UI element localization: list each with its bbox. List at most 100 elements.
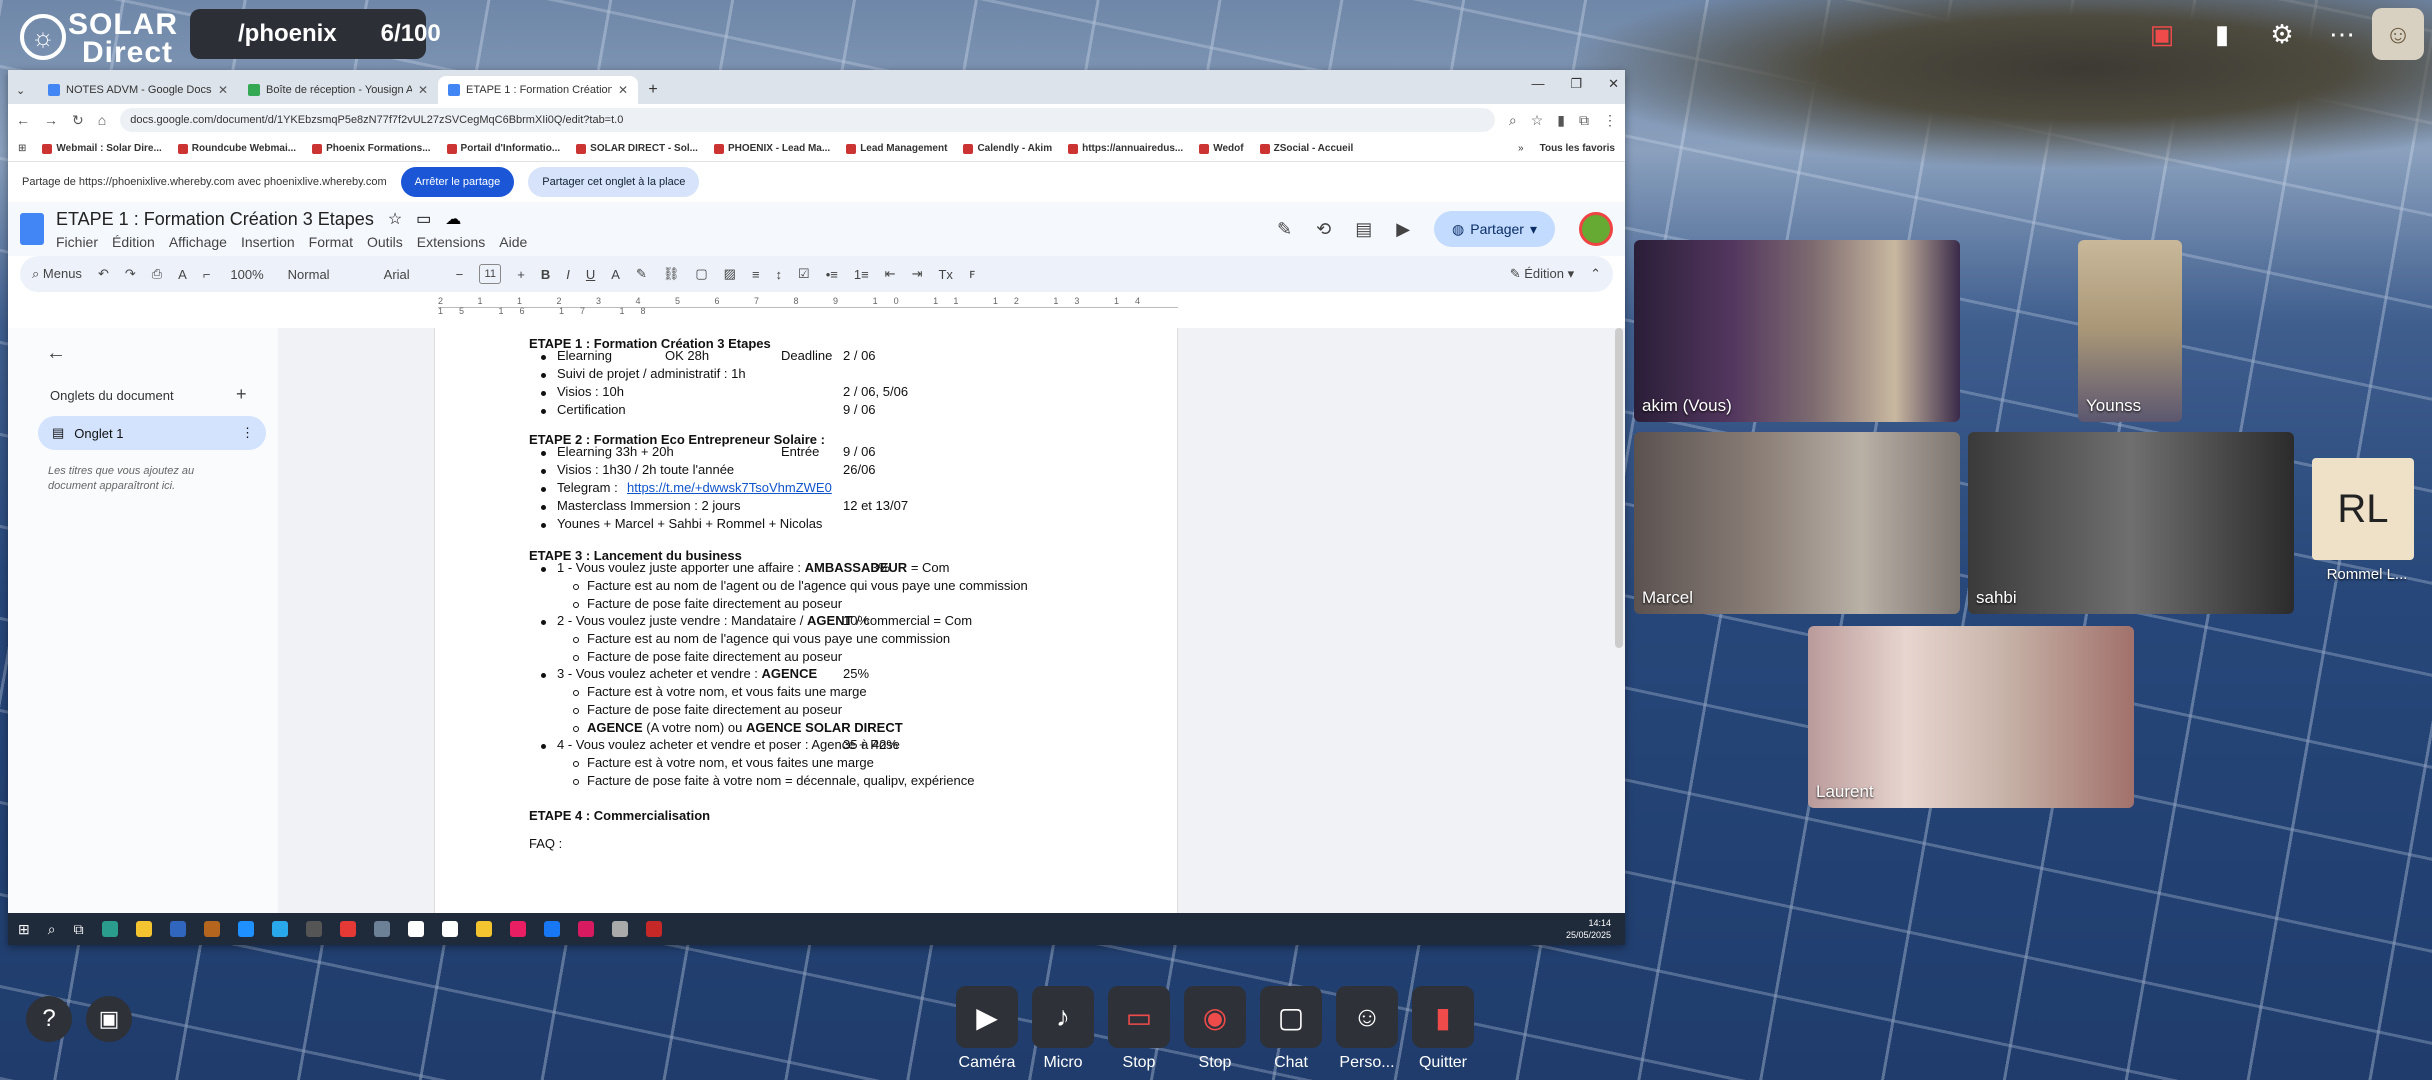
maximize-icon[interactable]: ❐ <box>1570 76 1582 92</box>
history-icon[interactable]: ⟲ <box>1316 219 1331 240</box>
menu-item[interactable]: Édition <box>112 234 155 250</box>
tab-yousign[interactable]: Boîte de réception - Yousign A... ✕ <box>238 76 438 104</box>
chrome-icon[interactable] <box>339 921 356 937</box>
stop-share-button[interactable]: Arrêter le partage <box>400 167 515 197</box>
text-color-icon[interactable]: A <box>611 267 620 282</box>
bookmark-item[interactable]: Portail d'Informatio... <box>446 143 560 154</box>
video-tile-laurent[interactable]: Laurent <box>1808 626 2134 808</box>
app-icon[interactable] <box>577 921 594 937</box>
font-size-field[interactable]: 11 <box>479 264 502 284</box>
reload-icon[interactable]: ↻ <box>72 112 84 129</box>
increase-size-icon[interactable]: + <box>517 267 525 282</box>
menu-item[interactable]: Extensions <box>417 234 485 250</box>
bookmark-item[interactable]: https://annuairedus... <box>1068 143 1183 154</box>
spellcheck-icon[interactable]: A <box>178 267 187 282</box>
app-icon[interactable] <box>305 921 322 937</box>
photoshop-icon[interactable] <box>169 921 186 937</box>
app-icon[interactable] <box>509 921 526 937</box>
word-icon[interactable] <box>441 921 458 937</box>
close-window-icon[interactable]: ✕ <box>1608 76 1619 92</box>
meet-icon[interactable]: ▶ <box>1396 219 1410 240</box>
bookmark-item[interactable]: Phoenix Formations... <box>312 143 431 154</box>
folder-icon[interactable]: ▭ <box>416 209 431 229</box>
comment-icon[interactable]: ▤ <box>1355 219 1372 240</box>
search-menus[interactable]: ⌕ Menus <box>32 266 82 282</box>
bookmark-item[interactable]: Lead Management <box>846 143 947 154</box>
more-icon[interactable]: ⋯ <box>2312 19 2372 50</box>
add-comment-icon[interactable]: ▢ <box>695 266 707 282</box>
screen-share-icon[interactable]: ▣ <box>2132 19 2192 50</box>
bold-icon[interactable]: B <box>541 267 550 282</box>
bullet-list-icon[interactable]: •≡ <box>826 267 838 282</box>
account-avatar[interactable] <box>1579 212 1613 246</box>
tab-notes[interactable]: NOTES ADVM - Google Docs ✕ <box>38 76 238 104</box>
app-icon[interactable] <box>611 921 628 937</box>
close-icon[interactable]: ✕ <box>418 83 428 97</box>
more-bookmarks-icon[interactable]: » <box>1518 143 1524 154</box>
menu-item[interactable]: Insertion <box>241 234 295 250</box>
quit-button[interactable]: ▮ Quitter <box>1412 986 1474 1072</box>
minimize-icon[interactable]: — <box>1531 76 1544 92</box>
skype-icon[interactable] <box>237 921 254 937</box>
avatar[interactable]: ☺ <box>2372 8 2424 60</box>
facebook-icon[interactable] <box>543 921 560 937</box>
video-tile-sahbi[interactable]: sahbi <box>1968 432 2294 614</box>
line-spacing-icon[interactable]: ↕ <box>776 267 783 282</box>
video-tile-younss[interactable]: Younss <box>2078 240 2182 422</box>
back-arrow-icon[interactable]: ← <box>46 342 66 365</box>
edge-icon[interactable] <box>101 921 118 937</box>
redo-icon[interactable]: ↷ <box>125 266 136 282</box>
checklist-icon[interactable]: ☑ <box>798 266 810 282</box>
style-select[interactable]: Normal <box>284 267 364 282</box>
tab-search-icon[interactable]: ⌄ <box>8 76 38 104</box>
numbered-list-icon[interactable]: 1≡ <box>854 267 869 282</box>
stop-share-screen-button[interactable]: ▭ Stop <box>1108 986 1170 1072</box>
search-icon[interactable]: ⌕ <box>48 921 56 938</box>
people-button[interactable]: ☺ Perso... <box>1336 986 1398 1072</box>
bookmark-item[interactable]: Calendly - Akim <box>963 143 1052 154</box>
outline-tab-onglet-1[interactable]: ▤ Onglet 1 ⋮ <box>38 416 266 450</box>
gift-icon[interactable]: ▣ <box>86 996 132 1042</box>
document-title[interactable]: ETAPE 1 : Formation Création 3 Etapes <box>56 209 374 230</box>
stop-recording-button[interactable]: ◉ Stop <box>1184 986 1246 1072</box>
menu-item[interactable]: Aide <box>499 234 527 250</box>
room-indicator[interactable]: /phoenix 6/100 <box>190 9 441 59</box>
app-icon[interactable] <box>407 921 424 937</box>
collapse-icon[interactable]: ⌃ <box>1590 266 1601 282</box>
decrease-size-icon[interactable]: − <box>456 267 464 282</box>
document-page[interactable]: ETAPE 1 : Formation Création 3 Etapes El… <box>434 328 1178 913</box>
input-tools-icon[interactable]: ꜰ <box>969 266 975 282</box>
vertical-scrollbar[interactable] <box>1615 328 1623 648</box>
menu-icon[interactable]: ⋮ <box>1603 112 1617 129</box>
new-tab-button[interactable]: + <box>638 76 668 104</box>
add-tab-icon[interactable]: + <box>236 384 247 405</box>
video-tile-rommel[interactable]: RL <box>2312 458 2414 560</box>
italic-icon[interactable]: I <box>566 267 570 282</box>
calculator-icon[interactable] <box>373 921 390 937</box>
star-icon[interactable]: ☆ <box>388 209 402 229</box>
gear-icon[interactable]: ⚙ <box>2252 19 2312 50</box>
windows-start-icon[interactable]: ⊞ <box>18 921 30 938</box>
all-bookmarks[interactable]: Tous les favoris <box>1540 143 1615 154</box>
highlight-icon[interactable]: ✎ <box>636 266 647 282</box>
stats-icon[interactable]: ▮ <box>2192 19 2252 50</box>
bookmark-item[interactable]: SOLAR DIRECT - Sol... <box>576 143 698 154</box>
explorer-icon[interactable] <box>135 921 152 937</box>
more-icon[interactable]: ⋮ <box>241 425 254 441</box>
menu-item[interactable]: Outils <box>367 234 403 250</box>
folder-icon[interactable] <box>475 921 492 937</box>
zoom-icon[interactable]: ⌕ <box>1509 112 1517 129</box>
close-icon[interactable]: ✕ <box>218 83 228 97</box>
apps-icon[interactable]: ⊞ <box>18 143 26 154</box>
back-icon[interactable]: ← <box>16 112 30 128</box>
print-icon[interactable]: ⎙ <box>152 266 162 282</box>
zoom-select[interactable]: 100% <box>226 267 267 282</box>
tab-etape1[interactable]: ETAPE 1 : Formation Création 3... ✕ <box>438 76 638 104</box>
mode-select[interactable]: ✎ Édition ▾ <box>1510 266 1574 282</box>
docs-logo-icon[interactable] <box>20 213 44 245</box>
forward-icon[interactable]: → <box>44 112 58 128</box>
extensions-icon[interactable]: ⧉ <box>1579 112 1589 129</box>
video-tile-akim[interactable]: akim (Vous) <box>1634 240 1960 422</box>
url-field[interactable]: docs.google.com/document/d/1YKEbzsmqP5e8… <box>120 108 1495 132</box>
task-view-icon[interactable]: ⧉ <box>74 921 84 938</box>
